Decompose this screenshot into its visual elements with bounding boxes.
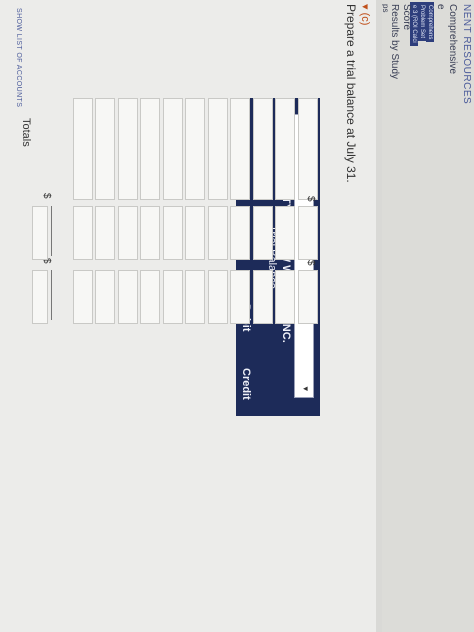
sidebar-item-results[interactable]: Results by Study — [389, 4, 400, 79]
sidebar-item-comprehensive[interactable]: Comprehensive — [447, 4, 458, 74]
instruction-text: Prepare a trial balance at July 31. — [344, 4, 358, 183]
credit-field[interactable] — [140, 270, 161, 324]
collapse-triangle-icon[interactable]: ▾ — [359, 4, 371, 13]
totals-debit-underline — [51, 206, 52, 256]
totals-debit-field[interactable] — [32, 206, 48, 260]
show-list-of-accounts-link[interactable]: SHOW LIST OF ACCOUNTS — [15, 8, 22, 107]
account-field[interactable] — [208, 98, 228, 200]
debit-field[interactable] — [208, 206, 228, 260]
account-field[interactable] — [185, 98, 206, 200]
account-field[interactable] — [275, 98, 296, 200]
sidebar-heading: NENT RESOURCES — [461, 4, 472, 105]
rotated-screen: NENT RESOURCES Comprehensive e Comprehen… — [0, 0, 474, 632]
sidebar: NENT RESOURCES Comprehensive e Comprehen… — [381, 0, 474, 632]
debit-field[interactable] — [73, 206, 93, 260]
debit-field[interactable] — [275, 206, 296, 260]
credit-header: Credit — [240, 368, 252, 400]
part-heading[interactable]: ▾ (c) — [359, 4, 372, 25]
part-label: (c) — [359, 12, 371, 26]
sidebar-fragment-ps: ps — [381, 4, 390, 13]
totals-credit-underline — [51, 270, 52, 320]
account-field[interactable] — [298, 98, 318, 200]
credit-field[interactable] — [118, 270, 138, 324]
credit-field[interactable] — [298, 270, 318, 324]
credit-field[interactable] — [253, 270, 273, 324]
account-field[interactable] — [140, 98, 161, 200]
credit-field[interactable] — [275, 270, 296, 324]
sidebar-box-line-1[interactable]: Comprehens — [426, 2, 434, 43]
debit-field[interactable] — [253, 206, 273, 260]
first-row-credit-dollar: $ — [305, 260, 316, 266]
sidebar-item-score[interactable]: Score — [401, 4, 412, 30]
top-divider — [376, 0, 382, 632]
account-field[interactable] — [95, 98, 116, 200]
main-panel: ▾ (c) Prepare a trial balance at July 31… — [0, 0, 382, 632]
account-field[interactable] — [230, 98, 251, 200]
chevron-down-icon[interactable]: ▾ — [300, 386, 311, 391]
credit-field[interactable] — [208, 270, 228, 324]
debit-field[interactable] — [95, 206, 116, 260]
totals-label: Totals — [20, 118, 32, 147]
debit-field[interactable] — [163, 206, 183, 260]
credit-field[interactable] — [185, 270, 206, 324]
credit-field[interactable] — [230, 270, 251, 324]
account-field[interactable] — [73, 98, 93, 200]
sidebar-fragment-e: e — [435, 4, 446, 10]
totals-debit-dollar: $ — [41, 193, 52, 199]
debit-field[interactable] — [230, 206, 251, 260]
account-field[interactable] — [253, 98, 273, 200]
credit-field[interactable] — [163, 270, 183, 324]
account-field[interactable] — [163, 98, 183, 200]
debit-field[interactable] — [185, 206, 206, 260]
debit-field[interactable] — [140, 206, 161, 260]
totals-credit-field[interactable] — [32, 270, 48, 324]
debit-field[interactable] — [118, 206, 138, 260]
debit-field[interactable] — [298, 206, 318, 260]
sidebar-box-line-2[interactable]: Problem Set — [418, 2, 426, 42]
credit-field[interactable] — [95, 270, 116, 324]
first-row-debit-dollar: $ — [305, 196, 316, 202]
account-field[interactable] — [118, 98, 138, 200]
credit-field[interactable] — [73, 270, 93, 324]
